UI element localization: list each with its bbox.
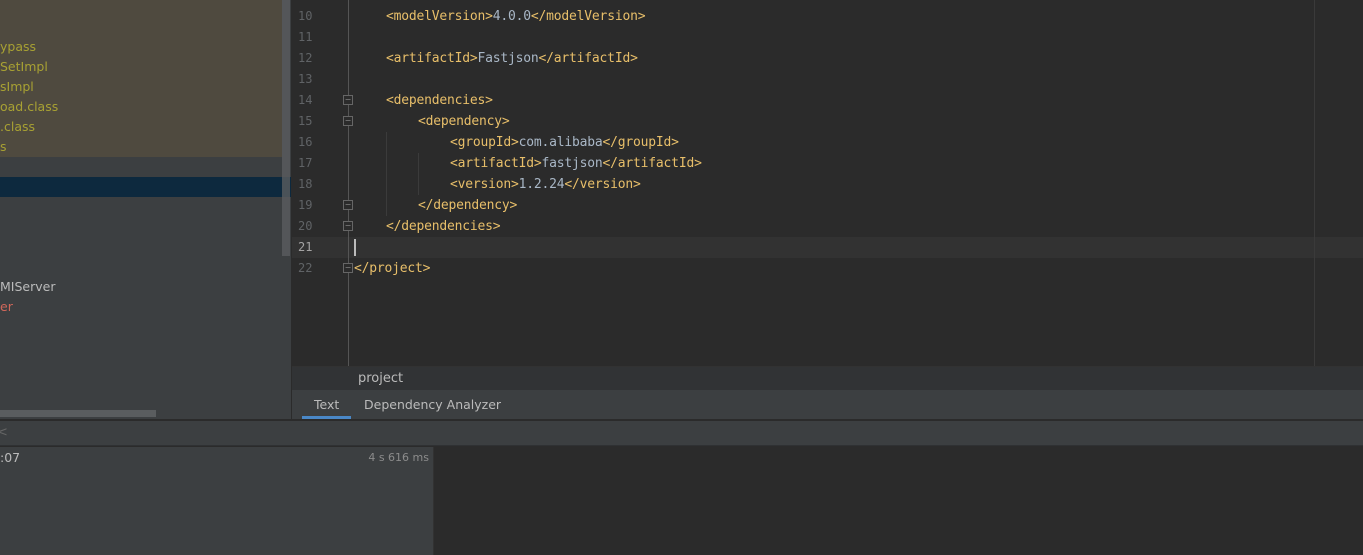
tree-item[interactable]: SetImpl: [0, 57, 48, 77]
tab-text[interactable]: Text: [302, 390, 352, 419]
line-number: 13: [298, 72, 313, 86]
xml-text: com.alibaba: [518, 135, 603, 150]
xml-tag: </groupId>: [602, 135, 679, 150]
project-tool-window: ypass SetImpl sImpl oad.class .class s M…: [0, 0, 291, 419]
xml-text: 1.2.24: [518, 177, 565, 192]
xml-tag: <dependencies>: [386, 93, 493, 108]
tree-item[interactable]: oad.class: [0, 97, 58, 117]
xml-tag: </dependency>: [418, 198, 518, 213]
horizontal-scrollbar[interactable]: [0, 410, 156, 417]
build-duration: 4 s 616 ms: [368, 451, 429, 464]
xml-tag: </dependencies>: [386, 219, 501, 234]
tree-item[interactable]: sImpl: [0, 77, 34, 97]
xml-text: fastjson: [541, 156, 603, 171]
code-line[interactable]: <version>1.2.24</version>: [450, 174, 641, 195]
build-time: :07: [0, 450, 21, 465]
xml-tag: </modelVersion>: [530, 9, 646, 24]
xml-tag: <groupId>: [450, 135, 519, 150]
fold-end-icon[interactable]: −: [343, 221, 353, 231]
line-number: 19: [298, 198, 313, 212]
code-line[interactable]: <dependencies>: [386, 90, 493, 111]
xml-text: Fastjson: [477, 51, 539, 66]
line-number: 20: [298, 219, 313, 233]
tree-item-server[interactable]: MIServer: [0, 277, 55, 297]
indent-guide: [386, 132, 387, 216]
build-output-console: [435, 447, 1363, 555]
line-number: 12: [298, 51, 313, 65]
breadcrumb: project: [292, 366, 1363, 390]
line-number: 18: [298, 177, 313, 191]
xml-text: 4.0.0: [492, 9, 531, 24]
xml-tag: <modelVersion>: [386, 9, 493, 24]
code-line[interactable]: </dependency>: [418, 195, 517, 216]
fold-end-icon[interactable]: −: [343, 200, 353, 210]
xml-tag: </artifactId>: [538, 51, 638, 66]
tab-dependency-analyzer[interactable]: Dependency Analyzer: [352, 390, 513, 419]
tree-item[interactable]: ypass: [0, 37, 36, 57]
code-line[interactable]: </project>: [354, 258, 430, 279]
fold-end-icon[interactable]: −: [343, 263, 353, 273]
line-number: 22: [298, 261, 313, 275]
code-line[interactable]: </dependencies>: [386, 216, 501, 237]
code-line[interactable]: <dependency>: [418, 111, 510, 132]
fold-collapse-icon[interactable]: −: [343, 95, 353, 105]
build-tree-panel: :07 4 s 616 ms: [0, 447, 434, 555]
fold-collapse-icon[interactable]: −: [343, 116, 353, 126]
line-number: 11: [298, 30, 313, 44]
line-number: 17: [298, 156, 313, 170]
xml-tag: <version>: [450, 177, 519, 192]
text-caret: [354, 239, 356, 256]
line-number: 21: [298, 240, 313, 254]
indent-guide: [418, 153, 419, 195]
code-editor[interactable]: 10 <modelVersion>4.0.0</modelVersion> 11 12…: [292, 0, 1363, 366]
tree-item-error[interactable]: er: [0, 297, 13, 317]
line-number: 16: [298, 135, 313, 149]
code-line[interactable]: <modelVersion>4.0.0</modelVersion>: [386, 6, 646, 27]
xml-tag: </version>: [564, 177, 641, 192]
line-number: 15: [298, 114, 313, 128]
right-margin-guide: [1314, 0, 1315, 366]
tree-item[interactable]: s: [0, 137, 7, 157]
xml-tag: <artifactId>: [386, 51, 478, 66]
xml-tag: </artifactId>: [602, 156, 702, 171]
code-line[interactable]: <artifactId>Fastjson</artifactId>: [386, 48, 638, 69]
gutter-fold-line: [348, 0, 349, 366]
current-line-highlight: [292, 237, 1363, 258]
tree-item[interactable]: .class: [0, 117, 35, 137]
highlighted-tree-region: [0, 0, 282, 157]
header-fragment: <: [0, 425, 8, 440]
breadcrumb-item[interactable]: project: [358, 371, 403, 386]
vertical-scrollbar[interactable]: [282, 0, 290, 256]
line-number: 14: [298, 93, 313, 107]
bottom-tool-window-header: <: [0, 420, 1363, 446]
xml-tag: </project>: [354, 261, 431, 276]
xml-tag: <artifactId>: [450, 156, 542, 171]
selected-tree-row[interactable]: [0, 177, 291, 197]
editor-bottom-tabs: Text Dependency Analyzer: [292, 390, 1363, 419]
xml-tag: <dependency>: [418, 114, 510, 129]
code-line[interactable]: <groupId>com.alibaba</groupId>: [450, 132, 679, 153]
line-number: 10: [298, 9, 313, 23]
code-line[interactable]: <artifactId>fastjson</artifactId>: [450, 153, 702, 174]
